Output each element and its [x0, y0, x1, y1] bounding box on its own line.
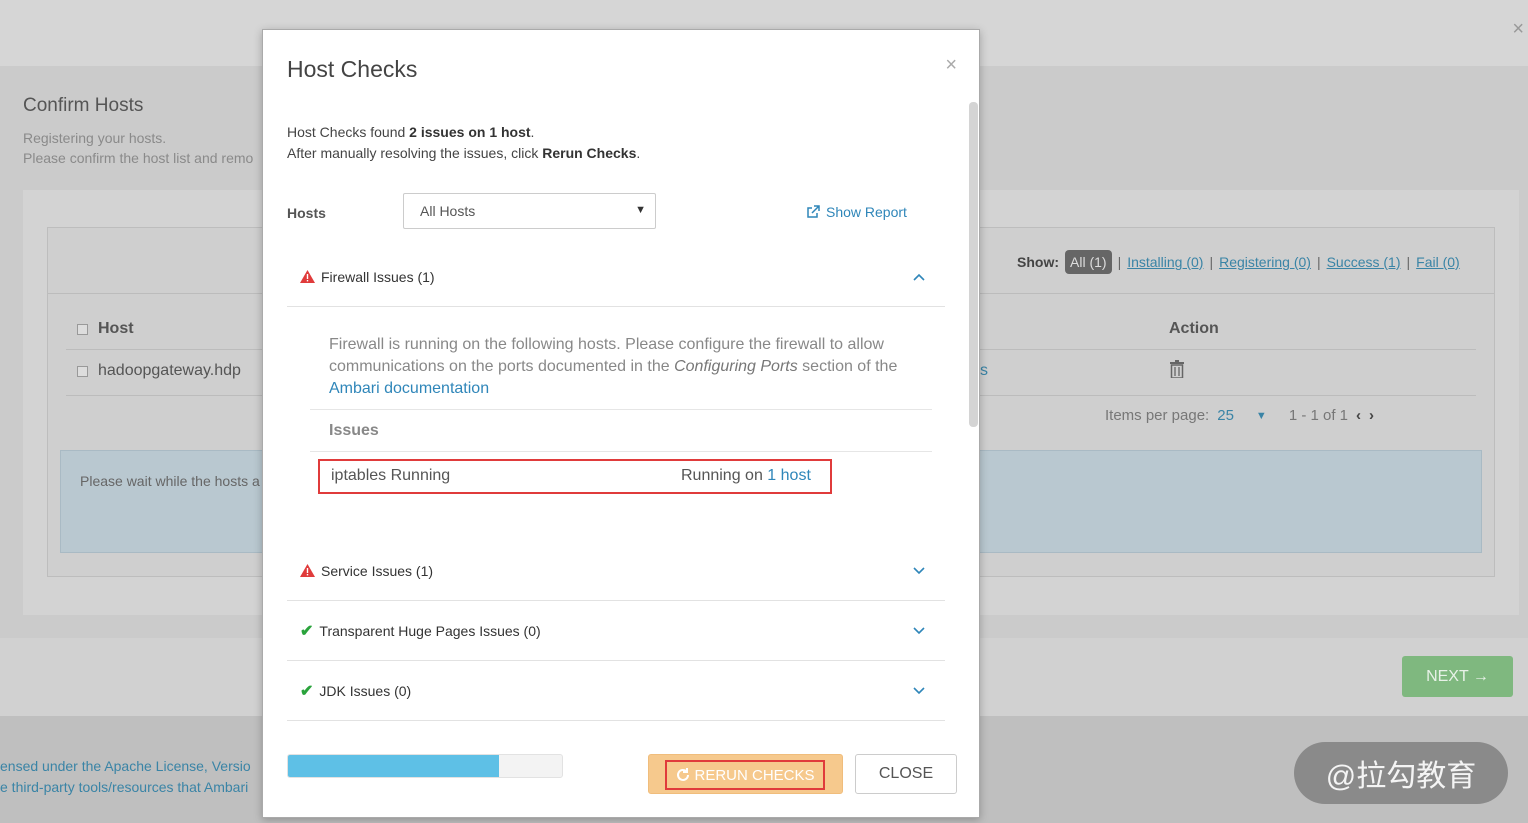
instruction-line: After manually resolving the issues, cli…: [287, 143, 640, 164]
summary-line: Host Checks found 2 issues on 1 host.: [287, 122, 640, 143]
caret-down-icon: ▼: [635, 204, 646, 216]
items-per-page: Items per page: 25 ▼ 1 - 1 of 1 ‹ ›: [1105, 407, 1374, 424]
filter-separator: |: [1316, 254, 1321, 270]
subtitle-line-2: Please confirm the host list and remo: [23, 150, 254, 166]
next-button[interactable]: NEXT →: [1402, 656, 1513, 697]
chevron-down-icon[interactable]: ▼: [1256, 410, 1267, 422]
desc-text: section of the: [797, 358, 898, 375]
section-firewall-issues[interactable]: Firewall Issues (1): [287, 247, 945, 307]
filter-installing[interactable]: Installing (0): [1127, 254, 1203, 270]
filter-all[interactable]: All (1): [1065, 250, 1112, 274]
check-icon: ✔: [300, 682, 314, 700]
summary-prefix: Host Checks found: [287, 124, 410, 140]
host-name: hadoopgateway.hdp: [98, 362, 241, 379]
external-link-icon: [807, 205, 820, 218]
show-report-label: Show Report: [826, 204, 907, 220]
chevron-up-icon[interactable]: [913, 247, 925, 306]
summary-suffix: .: [530, 124, 535, 140]
instruction-prefix: After manually resolving the issues, cli…: [287, 145, 543, 161]
column-host-label: Host: [98, 320, 134, 337]
issue-status-text: Running on: [681, 467, 768, 484]
section-title: ✔ Transparent Huge Pages Issues (0): [300, 601, 541, 660]
close-icon[interactable]: ×: [945, 54, 957, 77]
license-line-2: e third-party tools/resources that Ambar…: [0, 779, 249, 795]
select-all-checkbox[interactable]: [77, 323, 88, 335]
ambari-docs-link[interactable]: Ambari documentation: [329, 380, 489, 397]
pagination-info: 1 - 1 of 1: [1288, 407, 1349, 424]
page-title: Confirm Hosts: [23, 95, 144, 116]
issue-row: iptables Running Running on 1 host: [318, 459, 832, 494]
license-text: ensed under the Apache License, Versio e…: [0, 756, 251, 798]
filter-separator: |: [1209, 254, 1214, 270]
rerun-checks-button[interactable]: RERUN CHECKS: [648, 754, 843, 794]
column-header-host: Host: [77, 320, 134, 338]
warning-icon: [300, 564, 315, 577]
license-line-1: ensed under the Apache License, Versio: [0, 758, 251, 774]
checks-progress-bar: [287, 754, 563, 778]
filter-separator: |: [1406, 254, 1411, 270]
status-filter: Show: All (1) | Installing (0) | Registe…: [1017, 250, 1460, 274]
divider: [310, 409, 932, 410]
rerun-highlight: RERUN CHECKS: [665, 760, 825, 790]
filter-separator: |: [1117, 254, 1122, 270]
instruction-action: Rerun Checks: [542, 145, 637, 161]
chevron-down-icon[interactable]: [913, 541, 925, 600]
filter-registering[interactable]: Registering (0): [1219, 254, 1311, 270]
section-label: Service Issues (1): [321, 562, 434, 579]
hosts-select[interactable]: All Hosts ▼: [403, 193, 656, 229]
desc-italic: Configuring Ports: [674, 358, 798, 375]
progress-fill: [288, 755, 499, 777]
issues-header: Issues: [329, 422, 379, 439]
alert-text: Please wait while the hosts a: [80, 473, 260, 489]
checks-summary: Host Checks found 2 issues on 1 host. Af…: [287, 122, 640, 164]
section-label: Firewall Issues (1): [321, 268, 435, 285]
trash-icon[interactable]: [1170, 360, 1184, 383]
section-service-issues[interactable]: Service Issues (1): [287, 541, 945, 601]
section-label: JDK Issues (0): [319, 682, 412, 699]
section-thp-issues[interactable]: ✔ Transparent Huge Pages Issues (0): [287, 601, 945, 661]
hosts-label: Hosts: [287, 205, 326, 221]
check-icon: ✔: [300, 622, 314, 640]
background-close-icon: ×: [1512, 18, 1524, 40]
page-subtitle: Registering your hosts. Please confirm t…: [23, 128, 253, 168]
affected-hosts-link[interactable]: 1 host: [767, 467, 811, 484]
host-status-link[interactable]: s: [980, 362, 988, 380]
filter-fail[interactable]: Fail (0): [1416, 254, 1460, 270]
chevron-down-icon[interactable]: [913, 601, 925, 660]
row-checkbox[interactable]: [77, 365, 88, 377]
summary-count: 2 issues on 1 host: [409, 124, 531, 140]
show-report-link[interactable]: Show Report: [806, 204, 907, 220]
instruction-suffix: .: [636, 145, 641, 161]
hosts-select-value: All Hosts: [420, 203, 476, 219]
prev-page-icon[interactable]: ‹: [1356, 407, 1361, 424]
items-per-page-label: Items per page:: [1105, 407, 1210, 424]
divider: [310, 451, 932, 452]
scrollbar[interactable]: [969, 102, 978, 427]
issue-status: Running on 1 host: [681, 467, 811, 485]
column-header-action: Action: [1169, 320, 1219, 337]
close-button[interactable]: CLOSE: [855, 754, 957, 794]
modal-title: Host Checks: [287, 56, 418, 82]
section-title: ✔ JDK Issues (0): [300, 661, 411, 720]
issue-name: iptables Running: [331, 467, 451, 484]
next-page-icon[interactable]: ›: [1369, 407, 1374, 424]
host-checks-modal: Host Checks × Host Checks found 2 issues…: [262, 29, 980, 818]
show-label: Show:: [1017, 254, 1059, 270]
chevron-down-icon[interactable]: [913, 661, 925, 720]
section-jdk-issues[interactable]: ✔ JDK Issues (0): [287, 661, 945, 721]
items-per-page-select[interactable]: 25: [1217, 407, 1234, 424]
firewall-issues-body: Firewall is running on the following hos…: [287, 307, 945, 522]
warning-icon: [300, 270, 315, 283]
section-title: Service Issues (1): [300, 541, 433, 600]
subtitle-line-1: Registering your hosts.: [23, 130, 167, 146]
table-row: hadoopgateway.hdp: [77, 362, 241, 380]
refresh-icon: [677, 768, 690, 781]
firewall-description: Firewall is running on the following hos…: [329, 334, 919, 400]
filter-success[interactable]: Success (1): [1327, 254, 1401, 270]
rerun-label: RERUN CHECKS: [694, 766, 815, 784]
watermark: @拉勾教育: [1294, 742, 1508, 804]
section-label: Transparent Huge Pages Issues (0): [319, 622, 541, 639]
section-title: Firewall Issues (1): [300, 247, 435, 306]
